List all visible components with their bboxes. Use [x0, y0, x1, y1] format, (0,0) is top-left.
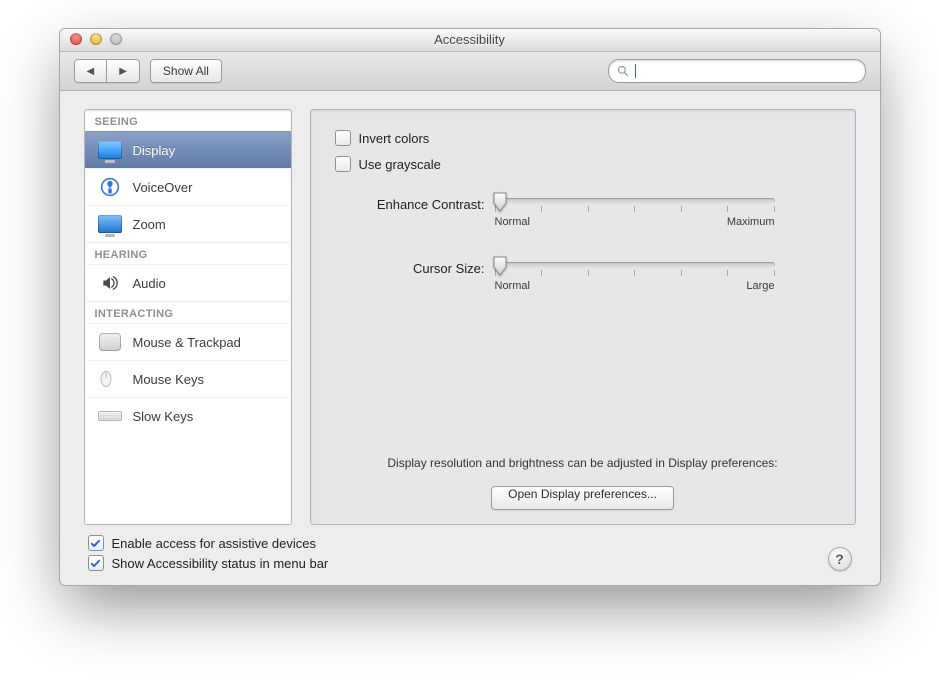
use-grayscale-checkbox[interactable]: [335, 156, 351, 172]
sidebar-item-label: Audio: [133, 276, 166, 291]
sidebar-heading-interacting: INTERACTING: [85, 301, 291, 323]
zoom-window-icon[interactable]: [110, 33, 122, 45]
text-caret: [635, 64, 636, 78]
search-field[interactable]: [608, 59, 866, 83]
cursor-size-row: Cursor Size: Normal La: [335, 262, 831, 292]
sidebar-item-label: Mouse Keys: [133, 372, 205, 387]
forward-button[interactable]: ▶: [106, 59, 140, 83]
sidebar-item-voiceover[interactable]: VoiceOver: [85, 168, 291, 205]
category-sidebar[interactable]: SEEING Display VoiceOver Zoom: [84, 109, 292, 525]
use-grayscale-row[interactable]: Use grayscale: [335, 156, 831, 172]
slider-thumb-icon[interactable]: [493, 256, 507, 276]
slider-max-label: Maximum: [727, 216, 775, 228]
sidebar-item-slow-keys[interactable]: Slow Keys: [85, 397, 291, 434]
monitor-icon: [97, 213, 123, 235]
window-title: Accessibility: [434, 32, 505, 47]
toolbar: ◀ ▶ Show All: [60, 52, 880, 91]
minimize-window-icon[interactable]: [90, 33, 102, 45]
keyboard-icon: [97, 405, 123, 427]
slider-thumb-icon[interactable]: [493, 192, 507, 212]
enable-assistive-row[interactable]: Enable access for assistive devices: [88, 535, 329, 551]
cursor-size-slider[interactable]: Normal Large: [495, 262, 775, 292]
sidebar-item-label: Mouse & Trackpad: [133, 335, 241, 350]
voiceover-icon: [97, 176, 123, 198]
enable-assistive-checkbox[interactable]: [88, 535, 104, 551]
show-all-button[interactable]: Show All: [150, 59, 222, 83]
sidebar-heading-hearing: HEARING: [85, 242, 291, 264]
sidebar-item-mouse-keys[interactable]: Mouse Keys: [85, 360, 291, 397]
show-status-menubar-checkbox[interactable]: [88, 555, 104, 571]
invert-colors-label: Invert colors: [359, 131, 430, 146]
cursor-size-label: Cursor Size:: [335, 262, 485, 276]
enhance-contrast-slider[interactable]: Normal Maximum: [495, 198, 775, 228]
enable-assistive-label: Enable access for assistive devices: [112, 536, 316, 551]
sidebar-item-label: VoiceOver: [133, 180, 193, 195]
enhance-contrast-row: Enhance Contrast: Normal: [335, 198, 831, 228]
footer: Enable access for assistive devices Show…: [84, 535, 856, 571]
sidebar-item-label: Zoom: [133, 217, 166, 232]
sidebar-heading-seeing: SEEING: [85, 110, 291, 131]
sidebar-item-display[interactable]: Display: [85, 131, 291, 168]
open-display-preferences-button[interactable]: Open Display preferences...: [491, 486, 674, 510]
trackpad-icon: [97, 331, 123, 353]
detail-pane: Invert colors Use grayscale Enhance Cont…: [310, 109, 856, 525]
show-status-menubar-label: Show Accessibility status in menu bar: [112, 556, 329, 571]
use-grayscale-label: Use grayscale: [359, 157, 441, 172]
nav-segment: ◀ ▶: [74, 59, 140, 83]
enhance-contrast-label: Enhance Contrast:: [335, 198, 485, 212]
accessibility-window: Accessibility ◀ ▶ Show All SEEING: [59, 28, 881, 586]
titlebar: Accessibility: [60, 29, 880, 52]
sidebar-item-zoom[interactable]: Zoom: [85, 205, 291, 242]
sidebar-item-mouse-trackpad[interactable]: Mouse & Trackpad: [85, 323, 291, 360]
close-window-icon[interactable]: [70, 33, 82, 45]
show-status-menubar-row[interactable]: Show Accessibility status in menu bar: [88, 555, 329, 571]
chevron-right-icon: ▶: [119, 66, 127, 77]
body: SEEING Display VoiceOver Zoom: [60, 91, 880, 585]
slider-min-label: Normal: [495, 216, 530, 228]
sidebar-item-label: Display: [133, 143, 176, 158]
help-button[interactable]: ?: [828, 547, 852, 571]
monitor-icon: [97, 139, 123, 161]
mouse-icon: [97, 368, 123, 390]
back-button[interactable]: ◀: [74, 59, 108, 83]
window-controls: [70, 33, 122, 45]
chevron-left-icon: ◀: [87, 66, 95, 77]
invert-colors-row[interactable]: Invert colors: [335, 130, 831, 146]
speaker-icon: [97, 272, 123, 294]
slider-min-label: Normal: [495, 280, 530, 292]
display-note: Display resolution and brightness can be…: [335, 456, 831, 470]
search-input[interactable]: [642, 63, 857, 79]
sidebar-item-label: Slow Keys: [133, 409, 194, 424]
slider-max-label: Large: [746, 280, 774, 292]
sidebar-item-audio[interactable]: Audio: [85, 264, 291, 301]
invert-colors-checkbox[interactable]: [335, 130, 351, 146]
search-icon: [617, 65, 629, 77]
